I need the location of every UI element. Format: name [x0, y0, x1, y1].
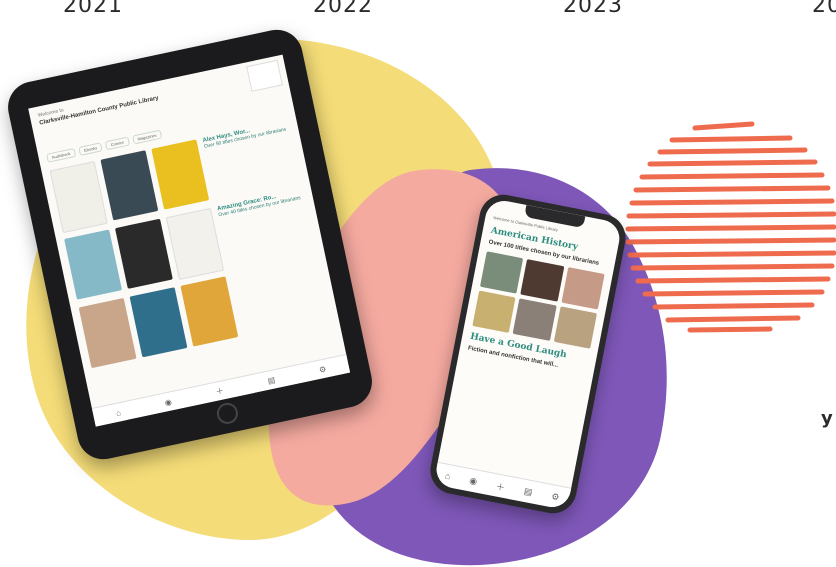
- library-icon[interactable]: ◉: [164, 397, 173, 407]
- book-cover[interactable]: [479, 251, 524, 294]
- collection-card[interactable]: Amazing Grace: Ro... Over 40 titles chos…: [217, 188, 316, 269]
- book-cover[interactable]: [561, 267, 605, 310]
- shelf-icon[interactable]: ▤: [523, 485, 533, 497]
- book-cover[interactable]: [78, 297, 137, 369]
- book-cover[interactable]: [165, 207, 225, 281]
- book-cover[interactable]: [114, 218, 173, 289]
- book-cover[interactable]: [151, 139, 210, 210]
- orange-scribble: [625, 121, 836, 333]
- year-label-2023: 2023: [563, 0, 623, 18]
- book-cover[interactable]: [472, 290, 516, 333]
- add-icon[interactable]: ＋: [495, 479, 506, 493]
- book-cover[interactable]: [512, 298, 557, 341]
- book-cover[interactable]: [520, 259, 565, 302]
- home-icon[interactable]: ⌂: [444, 470, 451, 481]
- book-cover[interactable]: [553, 306, 597, 349]
- book-cover[interactable]: [100, 150, 159, 221]
- tablet-screen: Welcome to Clarksville-Hamilton County P…: [28, 54, 351, 427]
- side-text-fragment: y: [821, 408, 833, 429]
- settings-icon[interactable]: ⚙: [318, 364, 327, 374]
- shelf-icon[interactable]: ▤: [267, 375, 276, 385]
- settings-icon[interactable]: ⚙: [550, 491, 561, 503]
- library-logo: [246, 59, 283, 92]
- book-cover[interactable]: [64, 229, 123, 300]
- book-cover[interactable]: [180, 276, 239, 347]
- home-button[interactable]: [214, 400, 240, 426]
- collection-card[interactable]: Alex Hays, Wor... Over 50 titles chosen …: [202, 120, 301, 201]
- year-label-partial: 20: [812, 0, 836, 18]
- library-icon[interactable]: ◉: [468, 475, 479, 487]
- add-icon[interactable]: ＋: [215, 385, 225, 397]
- year-label-2021: 2021: [63, 0, 123, 18]
- book-cover[interactable]: [129, 287, 188, 358]
- book-cover[interactable]: [49, 161, 108, 234]
- home-icon[interactable]: ⌂: [115, 408, 122, 418]
- year-label-2022: 2022: [313, 0, 373, 18]
